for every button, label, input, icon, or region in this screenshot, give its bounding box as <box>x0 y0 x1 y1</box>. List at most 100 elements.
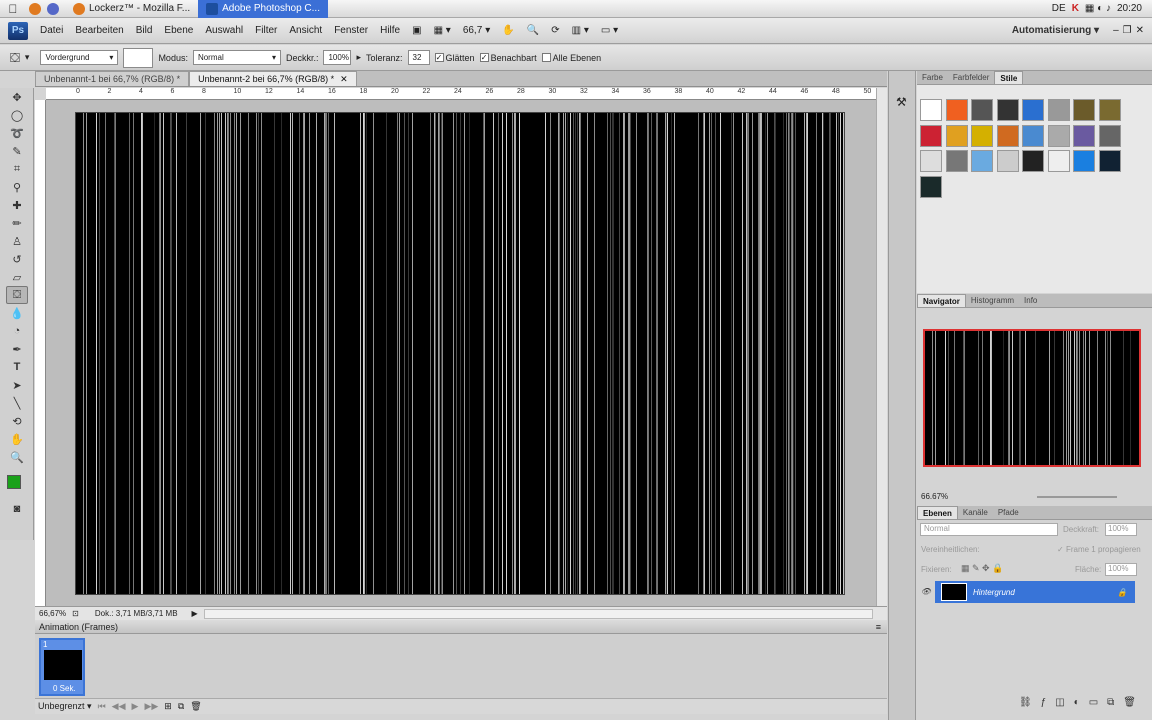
tolerance-input[interactable]: 32 <box>407 50 430 65</box>
firefox-variant-icon[interactable] <box>47 2 59 15</box>
tab-info[interactable]: Info <box>1019 294 1042 307</box>
style-swatch[interactable] <box>1098 99 1121 121</box>
arrange-documents-button[interactable]: ▥ ▾ <box>566 25 595 36</box>
menu-bearbeiten[interactable]: Bearbeiten <box>69 25 129 36</box>
status-menu-arrow-icon[interactable]: ▶ <box>192 609 198 618</box>
style-swatch[interactable] <box>920 150 942 172</box>
history-brush-tool-icon[interactable]: ↺ <box>0 250 34 268</box>
blend-mode-select[interactable]: Normal <box>920 523 1058 536</box>
antialias-checkbox[interactable]: ✓ Glätten <box>434 53 475 63</box>
tool-presets-icon[interactable]: ⚒ <box>896 95 915 109</box>
adjustment-icon[interactable]: ◐ <box>1074 697 1080 713</box>
document-image[interactable] <box>76 113 844 594</box>
tab-document-1[interactable]: Unbenannt-1 bei 66,7% (RGB/8) * <box>35 71 190 86</box>
horizontal-scrollbar[interactable] <box>203 608 873 619</box>
duplicate-frame-icon[interactable]: ⧉ <box>178 701 184 712</box>
style-swatch[interactable] <box>996 150 1019 172</box>
style-swatch[interactable] <box>971 124 993 147</box>
zoom-select[interactable]: 66,7 ▾ <box>457 25 497 36</box>
quick-select-tool-icon[interactable]: ✎ <box>0 142 34 160</box>
delete-frame-icon[interactable]: 🗑 <box>190 701 201 712</box>
brush-tool-icon[interactable]: ✏ <box>0 214 34 232</box>
tab-document-2[interactable]: Unbenannt-2 bei 66,7% (RGB/8) * ✕ <box>189 71 357 86</box>
menu-bild[interactable]: Bild <box>130 25 159 36</box>
eye-icon[interactable]: 👁 <box>917 581 935 603</box>
input-language[interactable]: DE <box>1052 3 1066 14</box>
style-swatch[interactable] <box>920 175 942 198</box>
tween-icon[interactable]: ⊞ <box>164 701 172 712</box>
antivirus-icon[interactable]: K <box>1072 3 1079 14</box>
layer-name[interactable]: Hintergrund <box>973 588 1015 597</box>
tab-ebenen[interactable]: Ebenen <box>917 506 958 519</box>
hand-tool-icon[interactable]: ✋ <box>0 430 34 448</box>
status-zoom[interactable]: 66,67% <box>39 609 66 618</box>
opacity-arrow-icon[interactable]: ▸ <box>356 52 361 63</box>
style-swatch[interactable] <box>920 99 942 121</box>
menu-ebene[interactable]: Ebene <box>158 25 199 36</box>
restore-icon[interactable]: ❐ <box>1123 25 1132 36</box>
vertical-scrollbar[interactable] <box>876 88 887 606</box>
crop-tool-icon[interactable]: ⌗ <box>0 160 34 178</box>
tab-kanaele[interactable]: Kanäle <box>958 506 993 519</box>
zoom-tool-icon[interactable]: 🔍 <box>0 448 34 466</box>
navigator-zoom[interactable]: 66.67% <box>921 492 948 501</box>
link-layers-icon[interactable]: ⛓ <box>1019 697 1032 713</box>
minimize-icon[interactable]: – <box>1113 25 1119 36</box>
style-swatch[interactable] <box>1073 99 1095 121</box>
style-swatch[interactable] <box>996 124 1019 147</box>
tab-navigator[interactable]: Navigator <box>917 294 966 307</box>
lock-icons[interactable]: ▦ ✎ ✥ 🔒 <box>961 563 1003 574</box>
style-swatch[interactable] <box>1047 150 1070 172</box>
zoom-tool-icon[interactable]: 🔍 <box>521 25 545 36</box>
style-swatch[interactable] <box>920 124 942 147</box>
style-swatch[interactable] <box>945 99 968 121</box>
status-icon[interactable]: ⊡ <box>72 609 79 618</box>
lasso-tool-icon[interactable]: ➰ <box>0 124 34 142</box>
quick-mask-icon[interactable]: ◙ <box>0 500 34 518</box>
style-swatch[interactable] <box>1098 150 1121 172</box>
style-swatch[interactable] <box>1073 124 1095 147</box>
paint-bucket-icon[interactable]: ⛋ <box>10 50 20 66</box>
clone-stamp-tool-icon[interactable]: ♙ <box>0 232 34 250</box>
tab-histogramm[interactable]: Histogramm <box>966 294 1019 307</box>
layer-opacity-input[interactable]: 100% <box>1105 523 1137 536</box>
style-swatch[interactable] <box>971 99 993 121</box>
all-layers-checkbox[interactable]: Alle Ebenen <box>541 53 601 63</box>
style-swatch[interactable] <box>971 150 993 172</box>
tab-farbe[interactable]: Farbe <box>917 71 948 84</box>
pen-tool-icon[interactable]: ✒ <box>0 340 34 358</box>
panel-menu-icon[interactable]: ≡ <box>876 622 887 632</box>
first-frame-icon[interactable]: ⏮ <box>98 701 106 712</box>
fill-source-select[interactable]: Vordergrund ▾ <box>40 50 119 65</box>
style-swatch[interactable] <box>1022 150 1044 172</box>
style-swatch[interactable] <box>1022 99 1044 121</box>
tray-icons[interactable]: ▦ ◐ ♪ <box>1085 3 1111 14</box>
loop-select[interactable]: Unbegrenzt ▾ <box>38 701 92 712</box>
apple-icon[interactable]:  <box>0 2 26 16</box>
view-extras-button[interactable]: ▦ ▾ <box>428 25 457 36</box>
tab-pfade[interactable]: Pfade <box>993 506 1024 519</box>
next-frame-icon[interactable]: ▶▶ <box>144 701 158 712</box>
style-swatch[interactable] <box>1047 124 1070 147</box>
marquee-tool-icon[interactable]: ◯ <box>0 106 34 124</box>
workspace-switcher[interactable]: Automatisierung ▾ <box>1012 25 1099 36</box>
style-swatch[interactable] <box>996 99 1019 121</box>
canvas-area[interactable] <box>46 100 876 606</box>
propagate-checkbox[interactable]: ✓ Frame 1 propagieren <box>1057 545 1141 554</box>
eraser-tool-icon[interactable]: ▱ <box>0 268 34 286</box>
delete-layer-icon[interactable]: 🗑 <box>1123 697 1136 713</box>
style-swatch[interactable] <box>945 124 968 147</box>
new-layer-icon[interactable]: ⧉ <box>1107 697 1114 713</box>
healing-brush-tool-icon[interactable]: ✚ <box>0 196 34 214</box>
type-tool-icon[interactable]: T <box>0 358 34 376</box>
fill-input[interactable]: 100% <box>1105 563 1137 576</box>
mode-select[interactable]: Normal ▾ <box>192 50 281 65</box>
screen-mode-button[interactable]: ▭ ▾ <box>595 25 624 36</box>
menu-ansicht[interactable]: Ansicht <box>283 25 328 36</box>
bridge-button[interactable]: ▣ <box>406 25 427 36</box>
hand-tool-icon[interactable]: ✋ <box>496 25 520 36</box>
rotate-view-icon[interactable]: ⟳ <box>545 25 565 36</box>
play-icon[interactable]: ▶ <box>132 701 139 712</box>
move-tool-icon[interactable]: ✥ <box>0 88 34 106</box>
tool-preset-arrow-icon[interactable]: ▾ <box>25 52 30 63</box>
